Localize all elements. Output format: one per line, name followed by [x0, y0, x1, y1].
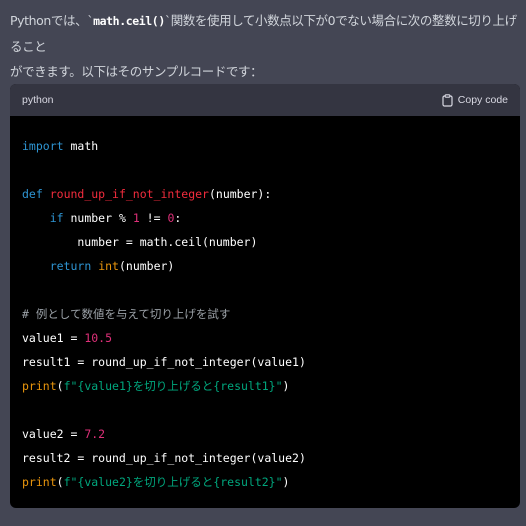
code-token: number = math.ceil(number): [22, 235, 258, 249]
code-line: print(f"{value2}を切り上げると{result2}"): [22, 470, 508, 494]
code-token: # 例として数値を与えて切り上げを試す: [22, 307, 231, 321]
code-line: # 例として数値を与えて切り上げを試す: [22, 302, 508, 326]
code-token: (number): [118, 259, 175, 273]
code-line: value2 = 7.2: [22, 422, 508, 446]
code-token: def: [22, 187, 43, 201]
code-block: python Copy code import math def round_up…: [10, 84, 520, 508]
inline-code: math.ceil(): [93, 14, 165, 28]
copy-code-button[interactable]: Copy code: [442, 93, 508, 107]
code-token: int: [98, 259, 119, 273]
code-token: 7.2: [84, 427, 106, 441]
code-line: import math: [22, 134, 508, 158]
code-token: print: [22, 379, 57, 393]
code-line: if number % 1 != 0:: [22, 206, 508, 230]
chat-message: Pythonでは、`math.ceil()`関数を使用して小数点以下が0でない場…: [0, 0, 526, 526]
code-line: number = math.ceil(number): [22, 230, 508, 254]
code-line: return int(number): [22, 254, 508, 278]
code-token: value1 =: [22, 331, 85, 345]
code-token: if: [49, 211, 64, 225]
code-token: !=: [139, 211, 168, 225]
code-line: result2 = round_up_if_not_integer(value2…: [22, 446, 508, 470]
code-token: f"{value1}を切り上げると{result1}": [63, 379, 283, 393]
code-token: (: [56, 379, 64, 393]
code-token: ): [282, 379, 290, 393]
clipboard-icon: [442, 93, 453, 107]
code-line: print(f"{value1}を切り上げると{result1}"): [22, 374, 508, 398]
code-token: ): [282, 475, 290, 489]
code-content: import math def round_up_if_not_integer(n…: [10, 116, 520, 494]
code-language-label: python: [22, 94, 54, 106]
code-token: f"{value2}を切り上げると{result2}": [63, 475, 283, 489]
assistant-message-text: Pythonでは、`math.ceil()`関数を使用して小数点以下が0でない場…: [10, 8, 520, 84]
code-token: :: [174, 211, 182, 225]
intro-line-1: Pythonでは、`math.ceil()`関数を使用して小数点以下が0でない場…: [10, 8, 520, 59]
code-token: number %: [63, 211, 133, 225]
code-token: value2 =: [22, 427, 85, 441]
code-line: value1 = 10.5: [22, 326, 508, 350]
code-token: (number):: [208, 187, 272, 201]
code-line: result1 = round_up_if_not_integer(value1…: [22, 350, 508, 374]
code-token: 10.5: [84, 331, 113, 345]
intro-line-2: ができます。以下はそのサンプルコードです：: [10, 64, 263, 79]
code-token: import: [22, 139, 64, 153]
code-block-header: python Copy code: [10, 84, 520, 116]
code-line: def round_up_if_not_integer(number):: [22, 182, 508, 206]
code-token: result2 = round_up_if_not_integer(value2…: [22, 451, 306, 465]
code-token: return: [49, 259, 92, 273]
intro-text-before: Pythonでは、`: [10, 13, 94, 28]
code-token: (: [56, 475, 64, 489]
copy-code-label: Copy code: [457, 94, 508, 106]
code-token: 1: [132, 211, 140, 225]
code-token: round_up_if_not_integer: [49, 187, 209, 201]
code-token: math: [63, 139, 99, 153]
code-token: result1 = round_up_if_not_integer(value1…: [22, 355, 306, 369]
code-token: print: [22, 475, 57, 489]
